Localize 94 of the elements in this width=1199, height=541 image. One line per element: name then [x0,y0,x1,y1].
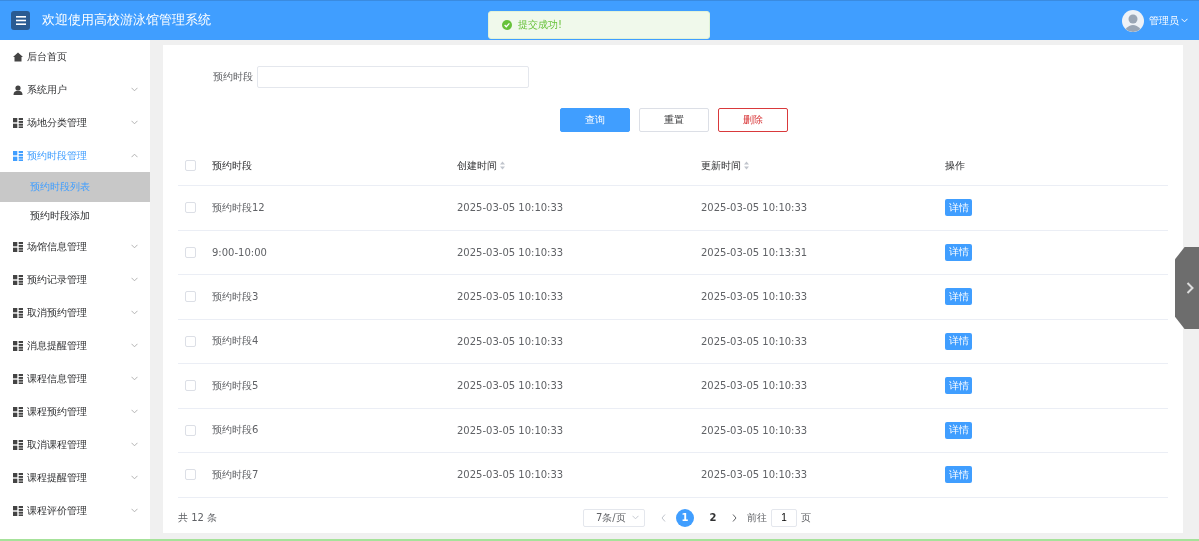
table-cell: 2025-03-05 10:13:31 [701,246,808,258]
table-cell: 2025-03-05 10:10:33 [701,469,808,481]
caret-icon[interactable] [1181,18,1188,23]
menu-item[interactable]: 预约记录管理 [0,263,150,296]
row-checkbox[interactable] [185,202,196,214]
row-checkbox[interactable] [185,335,196,347]
table-cell: 2025-03-05 10:10:33 [701,424,808,436]
table-cell: 2025-03-05 10:10:33 [701,335,808,347]
table-cell: 预约时段4 [212,334,259,349]
table-cell: 2025-03-05 10:10:33 [701,380,808,392]
menu-item[interactable]: 场馆信息管理 [0,230,150,263]
caret-icon [131,376,138,381]
home-icon [13,51,23,62]
caret-icon [131,277,138,282]
search-field[interactable] [257,66,529,88]
menu-item[interactable]: 消息提醒管理 [0,329,150,362]
row-checkbox[interactable] [185,246,196,258]
field-label: 预约时段 [213,70,253,84]
table-cell: 预约时段3 [212,289,259,304]
table-cell: 9:00-10:00 [212,246,267,258]
table-cell: 2025-03-05 10:10:33 [701,291,808,303]
column-header: 更新时间 [701,158,741,173]
grid-icon [13,241,23,252]
caret-icon [131,310,138,315]
menu-item[interactable]: 取消预约管理 [0,296,150,329]
next-page-icon[interactable] [732,513,737,522]
caret-icon [131,120,138,125]
row-checkbox[interactable] [185,469,196,481]
caret-icon [131,87,138,92]
grid-icon [13,274,23,285]
column-header: 预约时段 [212,158,252,173]
page-button[interactable]: 2 [704,508,722,527]
grid-icon [13,117,23,128]
goto-label: 前往 [747,510,767,525]
table-cell: 预约时段7 [212,467,259,482]
caret-icon [131,409,138,414]
drawer-handle[interactable] [1175,247,1199,329]
success-icon [502,20,512,30]
table-cell: 2025-03-05 10:10:33 [457,380,564,392]
total-count: 共 12 条 [178,510,219,525]
caret-icon [131,508,138,513]
prev-page-icon[interactable] [661,513,666,522]
menu-item[interactable]: 系统用户 [0,73,150,106]
grid-icon [13,340,23,351]
caret-icon [131,244,138,249]
table-cell: 2025-03-05 10:10:33 [457,424,564,436]
menu-item[interactable]: 场地分类管理 [0,106,150,139]
table-cell: 2025-03-05 10:10:33 [457,202,564,214]
page-size-select[interactable]: 7条/页 [583,508,645,527]
menu-item[interactable]: 课程提醒管理 [0,461,150,494]
menu-item[interactable]: 课程信息管理 [0,362,150,395]
user-icon [13,84,23,95]
sort-icon[interactable] [500,161,505,170]
grid-icon [13,472,23,483]
table-cell: 预约时段6 [212,423,259,438]
caret-icon [632,515,639,520]
grid-icon [13,373,23,384]
menu-icon[interactable] [15,16,26,25]
table-cell: 2025-03-05 10:10:33 [457,291,564,303]
table-cell: 2025-03-05 10:10:33 [457,246,564,258]
menu-item[interactable]: 取消课程管理 [0,428,150,461]
row-checkbox[interactable] [185,291,196,303]
page-input[interactable]: 1 [771,508,797,527]
menu-item[interactable]: 课程预约管理 [0,395,150,428]
menu-item[interactable]: 后台首页 [0,40,150,73]
sort-icon[interactable] [744,161,749,170]
menu-button[interactable] [11,11,30,30]
menu-item[interactable]: 课程评价管理 [0,494,150,527]
caret-icon [131,475,138,480]
table-cell: 预约时段12 [212,200,265,215]
grid-icon [13,307,23,318]
table-cell: 预约时段5 [212,378,259,393]
table-cell: 2025-03-05 10:10:33 [701,202,808,214]
action-button[interactable]: 删除 [718,108,788,132]
avatar-icon[interactable] [1122,9,1144,32]
caret-icon [131,153,138,158]
column-header: 操作 [945,158,965,173]
grid-icon [13,505,23,516]
select-all-checkbox[interactable] [185,160,196,171]
row-checkbox[interactable] [185,380,196,392]
action-button[interactable]: 重置 [639,108,709,132]
page-suffix: 页 [801,510,811,525]
column-header: 创建时间 [457,158,497,173]
app-title: 欢迎使用高校游泳馆管理系统 [42,12,211,29]
table-cell: 2025-03-05 10:10:33 [457,469,564,481]
grid-icon [13,406,23,417]
table-cell: 2025-03-05 10:10:33 [457,335,564,347]
row-checkbox[interactable] [185,424,196,436]
grid-icon [13,150,23,161]
caret-icon [131,442,138,447]
submenu-item[interactable]: 预约时段添加 [0,202,150,230]
toast-message: 提交成功! [518,18,562,32]
grid-icon [13,439,23,450]
caret-icon [131,343,138,348]
